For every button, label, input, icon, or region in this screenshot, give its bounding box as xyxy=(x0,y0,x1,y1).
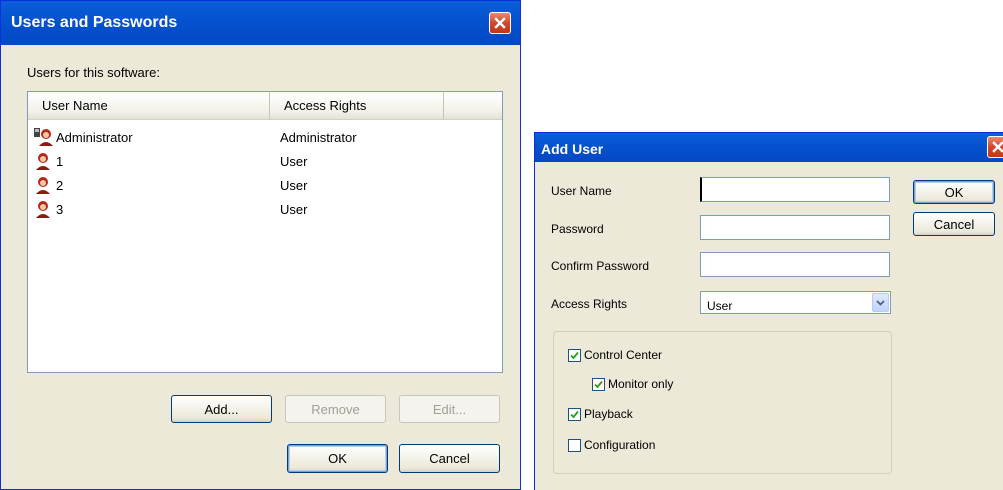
confirm-password-label: Confirm Password xyxy=(551,259,650,273)
password-field[interactable] xyxy=(700,215,890,240)
permissions-group: Control Center Monitor only Playback Con… xyxy=(553,331,892,474)
remove-button[interactable]: Remove xyxy=(285,395,386,423)
access-rights-value: User xyxy=(707,299,733,313)
user-icon xyxy=(34,175,54,195)
list-item[interactable]: 3 User xyxy=(34,198,494,222)
control-center-label: Control Center xyxy=(584,348,663,362)
users-and-passwords-dialog: Users and Passwords Users for this softw… xyxy=(0,0,521,490)
users-dialog-close-button[interactable] xyxy=(489,12,511,34)
add-user-title: Add User xyxy=(541,141,604,157)
user-icon xyxy=(34,151,54,171)
ok-button[interactable]: OK xyxy=(287,444,388,473)
users-list-header: User Name Access Rights xyxy=(28,92,502,120)
user-name-label: User Name xyxy=(551,184,612,198)
user-access-rights: User xyxy=(280,178,308,193)
user-name: 1 xyxy=(56,154,64,169)
add-user-dialog: Add User User Name Password Confirm Pass… xyxy=(534,132,1003,490)
playback-checkbox[interactable]: Playback xyxy=(568,407,633,421)
chevron-down-icon[interactable] xyxy=(872,293,889,312)
access-rights-dropdown[interactable]: User xyxy=(700,291,891,314)
playback-label: Playback xyxy=(584,407,633,421)
monitor-only-label: Monitor only xyxy=(608,377,674,391)
add-user-cancel-button[interactable]: Cancel xyxy=(913,212,995,236)
user-access-rights: User xyxy=(280,154,308,169)
add-button[interactable]: Add... xyxy=(171,395,272,423)
list-item[interactable]: 2 User xyxy=(34,174,494,198)
list-item[interactable]: Administrator Administrator xyxy=(34,126,494,150)
close-icon xyxy=(494,17,506,29)
confirm-password-field[interactable] xyxy=(700,252,890,277)
user-icon xyxy=(34,199,54,219)
monitor-only-checkbox[interactable]: Monitor only xyxy=(592,377,673,391)
control-center-checkbox[interactable]: Control Center xyxy=(568,348,662,362)
configuration-label: Configuration xyxy=(584,438,656,452)
add-user-titlebar[interactable]: Add User xyxy=(535,133,1003,162)
column-header-user-name[interactable]: User Name xyxy=(28,92,270,119)
password-label: Password xyxy=(551,222,604,236)
control-center-check[interactable] xyxy=(568,348,581,362)
add-user-ok-button[interactable]: OK xyxy=(913,180,995,204)
checkmark-icon xyxy=(570,351,579,359)
access-rights-label: Access Rights xyxy=(551,297,628,311)
list-item[interactable]: 1 User xyxy=(34,150,494,174)
user-access-rights: Administrator xyxy=(280,130,357,145)
edit-button[interactable]: Edit... xyxy=(399,395,500,423)
user-name: 3 xyxy=(56,202,64,217)
monitor-only-check[interactable] xyxy=(592,377,605,391)
users-dialog-title: Users and Passwords xyxy=(11,14,178,31)
user-name-field[interactable] xyxy=(700,177,890,202)
close-icon xyxy=(992,141,1003,153)
user-access-rights: User xyxy=(280,202,308,217)
user-name: 2 xyxy=(56,178,64,193)
checkmark-icon xyxy=(570,410,579,418)
column-header-access-rights[interactable]: Access Rights xyxy=(270,92,444,119)
configuration-checkbox[interactable]: Configuration xyxy=(568,438,655,452)
add-user-close-button[interactable] xyxy=(987,136,1003,158)
configuration-check[interactable] xyxy=(568,438,581,452)
column-header-access-rights-label: Access Rights xyxy=(284,98,367,113)
user-name: Administrator xyxy=(56,130,133,145)
checkmark-icon xyxy=(594,380,603,388)
cancel-button[interactable]: Cancel xyxy=(399,444,500,473)
users-list[interactable]: User Name Access Rights Administrator Ad… xyxy=(27,91,503,373)
users-list-label: Users for this software: xyxy=(27,65,160,80)
users-dialog-titlebar[interactable]: Users and Passwords xyxy=(1,1,520,45)
playback-check[interactable] xyxy=(568,407,581,421)
admin-user-icon xyxy=(34,127,54,147)
column-header-user-name-label: User Name xyxy=(42,98,108,113)
